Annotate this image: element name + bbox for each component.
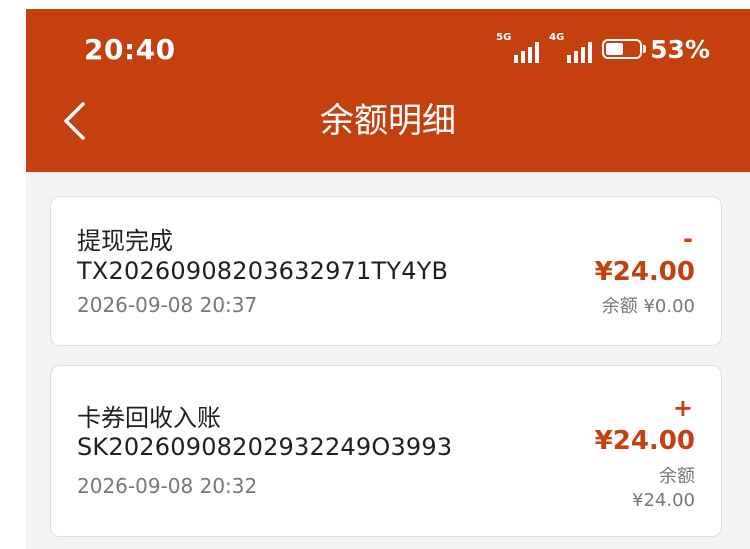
record-time: 2026-09-08 20:37 bbox=[77, 293, 258, 317]
record-balance-value: ¥0.00 bbox=[643, 296, 695, 317]
balance-record-card[interactable]: 提现完成 TX20260908203632971TY4YB 2026-09-08… bbox=[50, 196, 722, 346]
record-balance-label: 余额 bbox=[659, 466, 695, 487]
record-amount: ¥24.00 bbox=[594, 426, 695, 456]
balance-record-card[interactable]: 卡券回收入账 SK20260908202932249O3993 2026-09-… bbox=[50, 365, 722, 537]
record-amount: ¥24.00 bbox=[594, 257, 695, 287]
record-order-id: SK20260908202932249O3993 bbox=[77, 433, 453, 461]
app-header: 20:40 5G 4G 53% 余额明细 bbox=[26, 9, 750, 172]
record-sign: + bbox=[672, 394, 693, 422]
record-title: 卡券回收入账 bbox=[77, 404, 221, 432]
record-order-id: TX20260908203632971TY4YB bbox=[77, 257, 449, 285]
record-balance-label: 余额 bbox=[601, 296, 638, 317]
battery-percent: 53% bbox=[650, 34, 710, 64]
signal-4g-label: 4G bbox=[549, 32, 565, 43]
page-title: 余额明细 bbox=[320, 101, 456, 141]
signal-4g-icon: 4G bbox=[549, 32, 593, 63]
status-icons: 5G 4G 53% bbox=[496, 33, 710, 65]
record-time: 2026-09-08 20:32 bbox=[77, 474, 258, 498]
battery-icon: 53% bbox=[602, 35, 710, 64]
record-balance-value: ¥24.00 bbox=[632, 490, 695, 511]
signal-5g-icon: 5G bbox=[496, 32, 540, 63]
screen: 20:40 5G 4G 53% 余额明细 提现完成 TX202609082036… bbox=[26, 9, 750, 549]
battery-fill bbox=[606, 43, 624, 55]
record-balance: 余额 ¥0.00 bbox=[602, 295, 695, 319]
signal-5g-label: 5G bbox=[496, 32, 512, 43]
record-sign: - bbox=[683, 225, 693, 253]
record-title: 提现完成 bbox=[77, 227, 173, 255]
status-time: 20:40 bbox=[84, 33, 176, 66]
